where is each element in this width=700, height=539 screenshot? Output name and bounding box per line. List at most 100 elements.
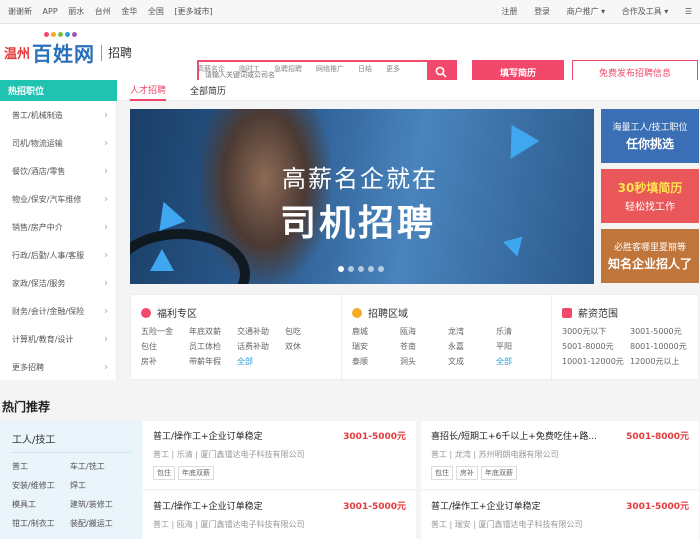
top-bar: 谢谢新 APP 丽水 台州 金华 全国 [更多城市] 注册 登录 商户推广 ▾ … (0, 0, 700, 24)
job-title: 普工/操作工+企业订单稳定 (431, 502, 541, 512)
promo-tile-brands[interactable]: 必胜客哪里夏丽等 知名企业招人了 (601, 229, 699, 283)
search-icon (435, 66, 447, 78)
sidebar-item[interactable]: 计算机/教育/设计 › (0, 325, 116, 353)
region-all-link[interactable]: 全部 (496, 356, 536, 367)
hot-keyword[interactable]: 日结 (358, 64, 372, 74)
hot-keyword[interactable]: 高薪名企 (197, 64, 225, 74)
carousel-dot[interactable] (348, 266, 354, 272)
sidebar-item[interactable]: 物业/保安/汽车维修 › (0, 185, 116, 213)
category-link[interactable]: 车工/铣工 (70, 461, 130, 472)
region-link[interactable]: 永嘉 (448, 341, 496, 352)
region-link[interactable]: 苍南 (400, 341, 448, 352)
job-card[interactable]: 普工/操作工+企业订单稳定 3001-5000元 普工 | 乐清 | 厦门鑫镭达电… (143, 421, 416, 489)
salary-link[interactable]: 10001-12000元 (562, 356, 630, 367)
more-cities-link[interactable]: [更多城市] (174, 7, 212, 16)
chevron-right-icon: › (104, 333, 108, 345)
merchant-menu[interactable]: 商户推广 ▾ (567, 7, 606, 16)
hot-keyword[interactable]: 网络推广 (316, 64, 344, 74)
hot-keyword[interactable]: 更多 (386, 64, 400, 74)
category-link[interactable]: 普工 (12, 461, 70, 472)
welfare-link[interactable]: 包住 (141, 341, 189, 352)
welfare-link[interactable]: 五险一金 (141, 326, 189, 337)
region-link[interactable]: 瑞安 (352, 341, 400, 352)
welfare-link[interactable]: 包吃 (285, 326, 325, 337)
promo-tile-resume[interactable]: 30秒填简历 轻松找工作 (601, 169, 699, 223)
sidebar-item[interactable]: 行政/后勤/人事/客服 › (0, 241, 116, 269)
welfare-link[interactable]: 话费补助 (237, 341, 285, 352)
region-link[interactable]: 平阳 (496, 341, 536, 352)
sidebar-item[interactable]: 销售/房产中介 › (0, 213, 116, 241)
sidebar-item[interactable]: 财务/会计/金融/保险 › (0, 297, 116, 325)
job-title: 喜招长/短期工+6千以上+免费吃住+路... (431, 432, 597, 442)
tab-resume[interactable]: 全部简历 (190, 80, 226, 101)
carousel-dot[interactable] (338, 266, 344, 272)
region-link[interactable]: 鹿城 (352, 326, 400, 337)
region-section: 招聘区域 鹿城 瓯海 龙湾 乐清 瑞安 苍南 永嘉 平阳 泰顺 洞头 文成 全部 (341, 295, 531, 381)
sidebar-item-label: 计算机/教育/设计 (12, 334, 74, 344)
welfare-link[interactable]: 员工体检 (189, 341, 237, 352)
salary-title: 薪资范围 (578, 309, 618, 320)
hero-banner[interactable]: 高薪名企就在 司机招聘 (130, 109, 594, 284)
city-link[interactable]: 台州 (95, 7, 111, 16)
carousel-dot[interactable] (358, 266, 364, 272)
tools-menu[interactable]: 合作及工具 ▾ (622, 7, 669, 16)
welfare-link[interactable]: 带薪年假 (189, 356, 237, 367)
category-link[interactable]: 模具工 (12, 499, 70, 510)
sidebar-item[interactable]: 家政/保洁/服务 › (0, 269, 116, 297)
salary-link[interactable]: 3000元以下 (562, 326, 630, 337)
welfare-link[interactable]: 交通补助 (237, 326, 285, 337)
job-card[interactable]: 普工/操作工+企业订单稳定 3001-5000元 普工 | 瑞安 | 厦门鑫镭达电… (421, 491, 699, 539)
promo-title: 轻松找工作 (625, 202, 675, 213)
welfare-link[interactable]: 双休 (285, 341, 325, 352)
category-link[interactable]: 建筑/装修工 (70, 499, 130, 510)
city-link[interactable]: 金华 (121, 7, 137, 16)
register-link[interactable]: 注册 (502, 7, 518, 16)
sidebar-item-label: 物业/保安/汽车维修 (12, 194, 82, 204)
carousel-dot[interactable] (368, 266, 374, 272)
site-logo[interactable]: 温州 百姓网 招聘 (4, 38, 132, 67)
sidebar-item[interactable]: 更多招聘 › (0, 353, 116, 381)
welfare-link[interactable]: 房补 (141, 356, 189, 367)
job-card[interactable]: 普工/操作工+企业订单稳定 3001-5000元 普工 | 瓯海 | 厦门鑫镭达电… (143, 491, 416, 539)
chevron-right-icon: › (104, 305, 108, 317)
tab-talent[interactable]: 人才招聘 (130, 80, 167, 101)
search-button[interactable] (427, 62, 455, 82)
category-link[interactable]: 安装/维修工 (12, 480, 70, 491)
salary-link[interactable]: 3001-5000元 (630, 326, 700, 337)
region-link[interactable]: 龙湾 (448, 326, 496, 337)
category-link[interactable]: 装配/搬运工 (70, 518, 130, 529)
category-link[interactable]: 焊工 (70, 480, 130, 491)
category-link[interactable]: 钳工/制衣工 (12, 518, 70, 529)
category-panel-title: 工人/技工 (12, 431, 130, 453)
hot-keyword[interactable]: 急聘招聘 (274, 64, 302, 74)
region-link[interactable]: 洞头 (400, 356, 448, 367)
region-link[interactable]: 文成 (448, 356, 496, 367)
decor-triangle (150, 196, 186, 232)
salary-link[interactable]: 5001-8000元 (562, 341, 630, 352)
job-card[interactable]: 喜招长/短期工+6千以上+免费吃住+路... 5001-8000元 普工 | 龙湾… (421, 421, 699, 489)
welfare-link[interactable]: 年底双薪 (189, 326, 237, 337)
salary-link[interactable]: 8001-10000元 (630, 341, 700, 352)
city-link[interactable]: 全国 (148, 7, 164, 16)
app-link[interactable]: APP (43, 7, 58, 16)
city-link[interactable]: 丽水 (68, 7, 84, 16)
city-link[interactable]: 谢谢新 (8, 7, 32, 16)
sidebar-item[interactable]: 普工/机械制造 › (0, 101, 116, 129)
welfare-title: 福利专区 (157, 309, 197, 320)
promo-tile-workers[interactable]: 海量工人/技工职位 任你挑选 (601, 109, 699, 163)
login-link[interactable]: 登录 (534, 7, 550, 16)
welfare-all-link[interactable]: 全部 (237, 356, 285, 367)
decor-triangle (496, 125, 540, 167)
salary-section: 薪资范围 3000元以下 3001-5000元 5001-8000元 8001-… (551, 295, 700, 381)
salary-link[interactable]: 12000元以上 (630, 356, 700, 367)
hot-keyword[interactable]: 临时工 (239, 64, 260, 74)
decor-triangle (150, 249, 174, 271)
sidebar-item[interactable]: 餐饮/酒店/零售 › (0, 157, 116, 185)
sidebar-item[interactable]: 司机/物流运输 › (0, 129, 116, 157)
carousel-dot[interactable] (378, 266, 384, 272)
menu-icon[interactable]: ☰ (685, 7, 692, 16)
sidebar-item-label: 更多招聘 (12, 362, 44, 372)
region-link[interactable]: 瓯海 (400, 326, 448, 337)
region-link[interactable]: 乐清 (496, 326, 536, 337)
region-link[interactable]: 泰顺 (352, 356, 400, 367)
